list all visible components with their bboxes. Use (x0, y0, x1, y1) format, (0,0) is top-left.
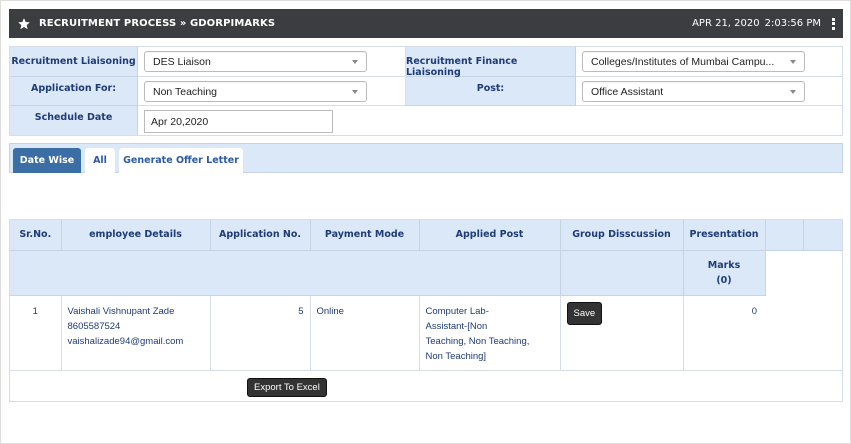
recruitment-finance-value: Colleges/Institutes of Mumbai Campu... (591, 56, 775, 68)
kebab-menu-icon[interactable] (829, 16, 837, 32)
col-applied-post: Applied Post (419, 220, 561, 251)
post-label: Post: (406, 77, 576, 106)
header-date: APR 21, 2020 (692, 18, 760, 29)
table-row: 1 Vaishali Vishnupant Zade 8605587524 va… (10, 295, 842, 370)
row-group-discussion: Save (560, 295, 684, 370)
col-application-no: Application No. (210, 220, 311, 251)
row-payment-mode: Online (310, 295, 420, 370)
recruitment-liaisoning-value: DES Liaison (153, 56, 211, 68)
subheader-gd (560, 250, 684, 296)
application-for-select[interactable]: Non Teaching (144, 81, 367, 102)
export-to-excel-button[interactable]: Export To Excel (247, 378, 327, 397)
employee-name: Vaishali Vishnupant Zade (67, 305, 175, 317)
marks-count: (0) (716, 274, 732, 286)
results-table-container: Sr.No. employee Details Application No. … (9, 219, 843, 402)
filter-form: Recruitment Liaisoning DES Liaison Recru… (9, 46, 843, 136)
chevron-down-icon (790, 60, 796, 64)
tab-bar: Date Wise All Generate Offer Letter (9, 143, 843, 173)
col-employee-details: employee Details (61, 220, 211, 251)
page: RECRUITMENT PROCESS » GDORPIMARKS APR 21… (0, 0, 851, 444)
schedule-date-label: Schedule Date (10, 106, 138, 135)
row-presentation: 0 (751, 305, 757, 317)
application-for-value: Non Teaching (153, 86, 218, 98)
post-value: Office Assistant (591, 86, 664, 98)
star-icon (15, 15, 33, 33)
employee-email: vaishalizade94@gmail.com (67, 335, 184, 347)
col-extra-2 (803, 220, 842, 251)
row-sr-no: 1 (10, 295, 62, 370)
save-button[interactable]: Save (566, 301, 603, 325)
title-bar: RECRUITMENT PROCESS » GDORPIMARKS APR 21… (9, 9, 843, 38)
col-extra-1 (765, 220, 804, 251)
col-group-discussion: Group Disscussion (560, 220, 684, 251)
marks-header: Marks (0) (683, 250, 766, 296)
table-footer: Export To Excel (10, 370, 842, 402)
tab-date-wise[interactable]: Date Wise (13, 148, 81, 173)
tab-all[interactable]: All (85, 148, 115, 173)
chevron-down-icon (352, 90, 358, 94)
recruitment-finance-label: Recruitment Finance Liaisoning (406, 47, 576, 78)
col-sr-no: Sr.No. (10, 220, 62, 251)
col-presentation: Presentation (683, 220, 766, 251)
employee-phone: 8605587524 (67, 320, 121, 332)
schedule-date-input[interactable]: Apr 20,2020 (144, 110, 333, 133)
recruitment-finance-select[interactable]: Colleges/Institutes of Mumbai Campu... (582, 51, 805, 72)
subheader-blank (10, 250, 561, 296)
page-title: RECRUITMENT PROCESS » GDORPIMARKS (39, 18, 276, 29)
row-application-no: 5 (210, 295, 311, 370)
row-employee-details: Vaishali Vishnupant Zade 8605587524 vais… (61, 295, 211, 370)
chevron-down-icon (352, 60, 358, 64)
col-payment-mode: Payment Mode (310, 220, 420, 251)
results-table: Sr.No. employee Details Application No. … (10, 220, 842, 370)
chevron-down-icon (790, 90, 796, 94)
row-applied-post: Computer Lab- Assistant-[Non Teaching, N… (419, 295, 561, 370)
header-time: 2:03:56 PM (764, 18, 821, 29)
tab-generate-offer-letter[interactable]: Generate Offer Letter (119, 148, 243, 173)
recruitment-liaisoning-label: Recruitment Liaisoning (10, 47, 138, 77)
marks-label: Marks (707, 259, 741, 271)
post-select[interactable]: Office Assistant (582, 81, 805, 102)
application-for-label: Application For: (10, 77, 138, 106)
recruitment-liaisoning-select[interactable]: DES Liaison (144, 51, 367, 72)
